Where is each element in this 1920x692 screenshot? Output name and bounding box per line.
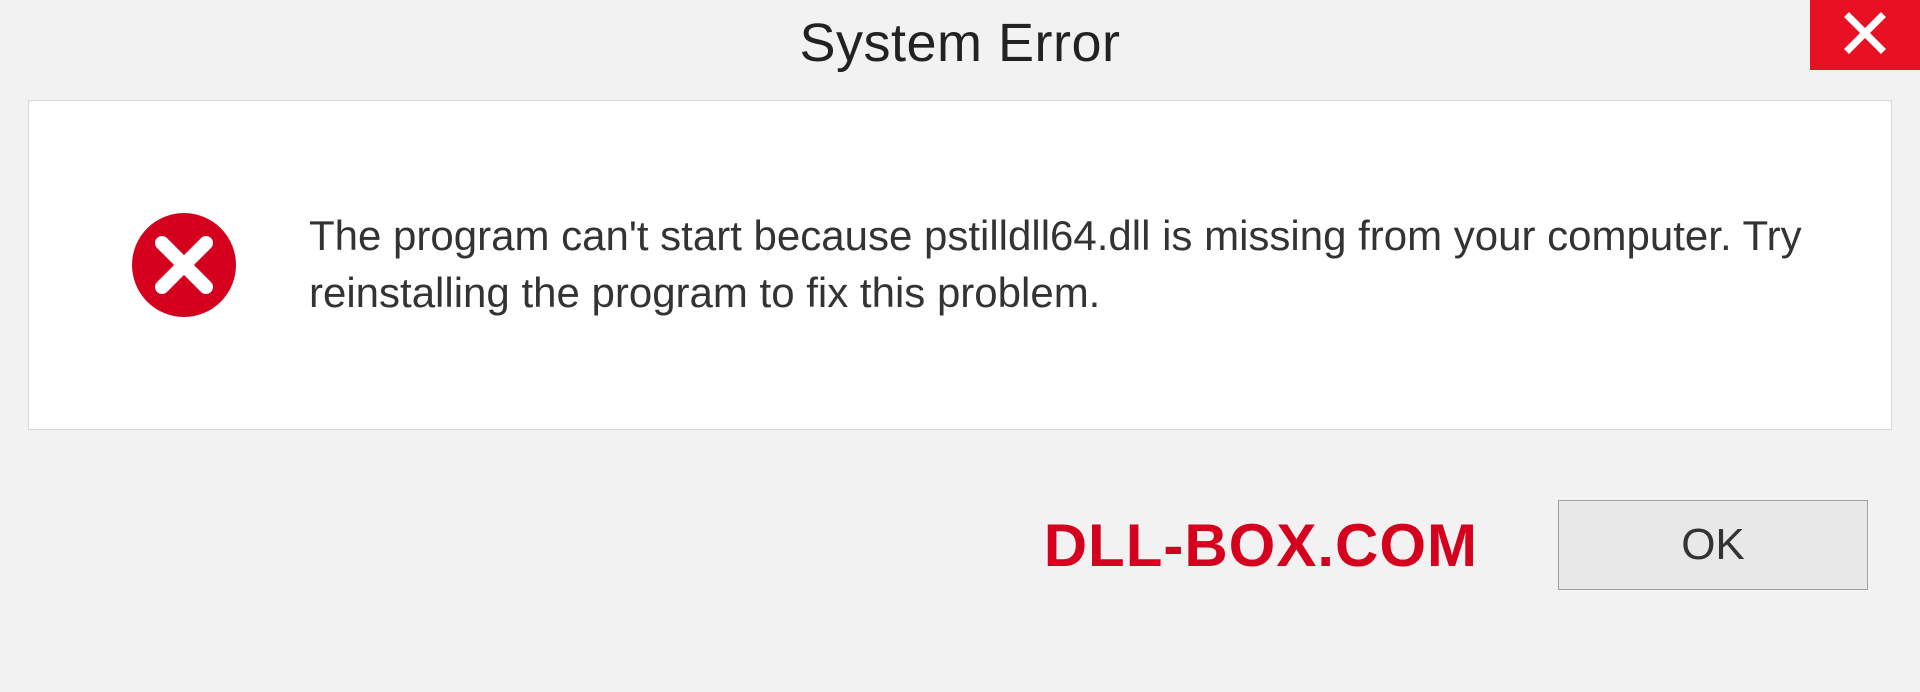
content-panel: The program can't start because pstilldl… [28,100,1892,430]
error-message: The program can't start because pstilldl… [309,208,1821,321]
close-icon [1843,11,1887,60]
watermark-text: DLL-BOX.COM [1044,511,1478,580]
ok-button[interactable]: OK [1558,500,1868,590]
titlebar: System Error [0,0,1920,100]
close-button[interactable] [1810,0,1920,70]
footer: DLL-BOX.COM OK [0,430,1920,660]
dialog-title: System Error [799,12,1120,74]
error-icon [129,210,239,320]
